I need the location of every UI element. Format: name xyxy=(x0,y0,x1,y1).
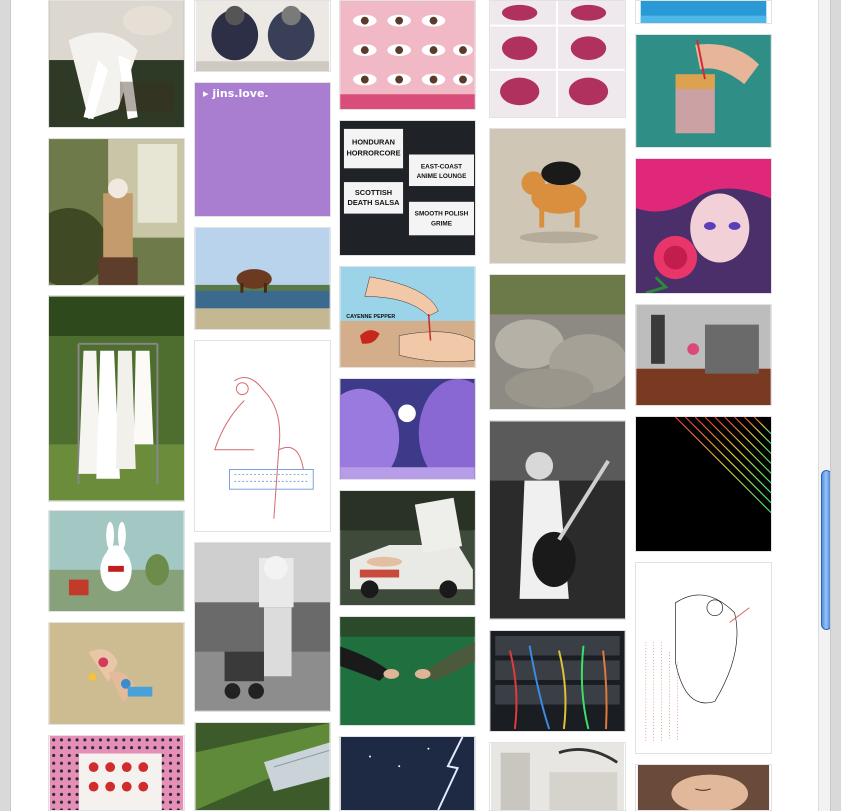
photo-hand-with-drink xyxy=(636,35,771,147)
anime-girl-with-rose xyxy=(636,159,771,293)
image-tile-sketch-figure[interactable] xyxy=(635,562,772,754)
red-line-figure-drawing xyxy=(195,341,330,531)
image-tile-patch-cables[interactable] xyxy=(489,630,626,732)
photo-masked-figure xyxy=(49,139,184,285)
scrollbar-thumb[interactable] xyxy=(821,470,830,630)
image-tile-sleeping-face[interactable] xyxy=(635,764,772,811)
sticker-text-1: HONDURAN HORRORCORE xyxy=(346,138,400,158)
jins-love-label: ▸ jins.love. xyxy=(203,87,269,100)
image-grid-window: ▸ jins.love. HONDURAN HORRORCORE EAST-CO… xyxy=(10,0,831,811)
photo-synth-patch-cables xyxy=(490,631,625,731)
photo-hands-with-candy xyxy=(49,623,184,724)
image-tile-drink-hand[interactable] xyxy=(635,34,772,148)
image-tile-white-dresses[interactable] xyxy=(48,295,185,502)
image-tile-cats[interactable] xyxy=(194,0,331,72)
image-tile-rainbow-lines[interactable] xyxy=(635,416,772,552)
cayenne-pepper-illustration: CAYENNE PEPPER xyxy=(340,267,475,367)
cayenne-label: CAYENNE PEPPER xyxy=(346,314,395,320)
photo-genre-label-stickers: HONDURAN HORRORCORE EAST-COAST ANIME LOUNG… xyxy=(340,121,475,255)
image-tile-sculpture-room[interactable] xyxy=(635,304,772,406)
photo-pink-polka-dots xyxy=(49,736,184,810)
photo-sports-car xyxy=(340,491,475,605)
photo-sleeping-face xyxy=(637,765,770,810)
image-tile-moon-sakura[interactable] xyxy=(339,378,476,480)
image-tile-guitar-woman[interactable] xyxy=(489,420,626,620)
photo-hands-pool-table xyxy=(340,617,475,725)
image-tile-hands-candy[interactable] xyxy=(48,622,185,725)
image-tile-lightning[interactable] xyxy=(339,736,476,811)
photo-shiba-dog xyxy=(490,129,625,263)
image-tile-anime-rose[interactable] xyxy=(635,158,772,294)
cartoon-rabbit-illustration xyxy=(49,511,184,611)
image-tile-red-line-drawing[interactable] xyxy=(194,340,331,532)
image-tile-pool-table[interactable] xyxy=(339,616,476,726)
image-tile-blue-strip[interactable] xyxy=(635,0,772,24)
photo-robot-pushing-stroller xyxy=(195,543,330,711)
jins-love-text: jins.love. xyxy=(212,87,269,100)
image-tile-floating-cow[interactable] xyxy=(194,227,331,330)
image-tile-sports-car[interactable] xyxy=(339,490,476,606)
image-tile-pink-vessels[interactable] xyxy=(489,0,626,118)
image-tile-coral-rocks[interactable] xyxy=(489,274,626,410)
contact-lens-ad-chart xyxy=(340,1,475,109)
image-tile-genre-labels[interactable]: HONDURAN HORRORCORE EAST-COAST ANIME LOUNG… xyxy=(339,120,476,256)
image-tile-robot-stroller[interactable] xyxy=(194,542,331,712)
image-tile-masked-figure[interactable] xyxy=(48,138,185,286)
photo-sculpture-in-room xyxy=(636,305,771,405)
abstract-rainbow-diagonal-lines xyxy=(636,417,771,551)
photo-interior-room xyxy=(490,743,625,810)
photo-floating-cow xyxy=(195,228,330,329)
image-tile-green-roof[interactable] xyxy=(194,722,331,811)
photo-lightning-sky xyxy=(340,737,475,810)
image-tile-cartoon-rabbit[interactable] xyxy=(48,510,185,612)
photo-pink-glass-vessels-grid xyxy=(490,1,625,117)
photo-white-dresses-rack xyxy=(49,296,184,501)
anime-moon-cherry-trees xyxy=(340,379,475,479)
photo-blue-water xyxy=(640,1,767,23)
photo-woman-with-guitar xyxy=(490,421,625,619)
image-tile-contact-lenses[interactable] xyxy=(339,0,476,110)
photo-cats-in-sweaters xyxy=(195,1,330,71)
image-tile-jins-love[interactable]: ▸ jins.love. xyxy=(194,82,331,217)
photo-coral-rocks xyxy=(490,275,625,409)
photo-green-roof-building xyxy=(195,723,330,810)
image-tile-polka-dots[interactable] xyxy=(48,735,185,811)
photo-white-stockings xyxy=(49,1,184,127)
image-tile-shiba-dog[interactable] xyxy=(489,128,626,264)
sketch-figure-with-text xyxy=(636,563,771,753)
image-tile-interior[interactable] xyxy=(489,742,626,811)
vertical-scrollbar[interactable] xyxy=(818,0,830,811)
image-tile-white-stockings[interactable] xyxy=(48,0,185,128)
image-tile-cayenne-pepper[interactable]: CAYENNE PEPPER xyxy=(339,266,476,368)
